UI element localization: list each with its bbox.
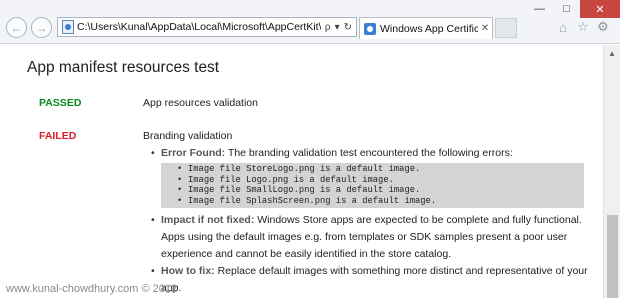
toolbar-icons: ⌂ ☆ ⚙ [552, 19, 612, 35]
scroll-thumb[interactable] [607, 215, 618, 298]
home-icon[interactable]: ⌂ [554, 19, 572, 35]
error-found-label: Error Found: [161, 147, 226, 159]
page-title: App manifest resources test [27, 59, 220, 76]
address-text[interactable]: C:\Users\Kunal\AppData\Local\Microsoft\A… [77, 21, 321, 33]
error-found-item: Error Found: The branding validation tes… [148, 145, 588, 208]
search-icon[interactable]: ρ [325, 22, 331, 33]
refresh-icon[interactable]: ↻ [344, 22, 352, 33]
new-tab-button[interactable] [495, 18, 517, 38]
status-badge-passed: PASSED [39, 97, 82, 109]
close-window-button[interactable]: ✕ [580, 0, 620, 18]
chevron-down-icon[interactable]: ▾ [335, 22, 340, 33]
arrow-left-icon: ← [10, 20, 23, 35]
vertical-scrollbar[interactable]: ▲ [603, 45, 620, 298]
error-item: Image file SplashScreen.png is a default… [161, 196, 584, 207]
error-item: Image file StoreLogo.png is a default im… [161, 164, 584, 175]
impact-item: Impact if not fixed: Windows Store apps … [148, 212, 588, 263]
howto-label: How to fix: [161, 265, 215, 277]
tab-label: Windows App Certification ... [380, 22, 478, 35]
status-badge-failed: FAILED [39, 130, 77, 142]
maximize-button[interactable]: □ [553, 0, 580, 18]
gear-icon[interactable]: ⚙ [594, 19, 612, 35]
page-icon [62, 20, 74, 34]
tab-close-icon[interactable]: ✕ [478, 23, 492, 34]
address-tools: ρ ▾ ↻ [321, 22, 356, 33]
error-item: Image file SmallLogo.png is a default im… [161, 185, 584, 196]
failure-details: Error Found: The branding validation tes… [148, 145, 588, 297]
error-list: Image file StoreLogo.png is a default im… [161, 163, 584, 208]
watermark: www.kunal-chowdhury.com © 2012 [6, 283, 178, 295]
forward-button[interactable]: → [31, 17, 52, 38]
error-found-text: The branding validation test encountered… [225, 147, 513, 159]
tab-favicon-icon [364, 22, 376, 35]
error-item: Image file Logo.png is a default image. [161, 175, 584, 186]
impact-label: Impact if not fixed: [161, 214, 255, 226]
window-controls: — □ ✕ [526, 0, 620, 18]
arrow-right-icon: → [35, 20, 48, 35]
howto-item: How to fix: Replace default images with … [148, 263, 588, 297]
test-name: App resources validation [143, 97, 258, 109]
test-name: Branding validation [143, 130, 233, 142]
back-button[interactable]: ← [6, 17, 27, 38]
page-content: App manifest resources test PASSED App r… [0, 45, 603, 298]
minimize-button[interactable]: — [526, 0, 553, 18]
howto-text: Replace default images with something mo… [161, 265, 588, 294]
browser-chrome: — □ ✕ ← → C:\Users\Kunal\AppData\Local\M… [0, 0, 620, 44]
scroll-up-arrow-icon[interactable]: ▲ [604, 45, 620, 61]
tab-app-certification[interactable]: Windows App Certification ... ✕ [359, 17, 493, 39]
favorites-star-icon[interactable]: ☆ [574, 19, 592, 35]
address-bar[interactable]: C:\Users\Kunal\AppData\Local\Microsoft\A… [57, 17, 357, 37]
